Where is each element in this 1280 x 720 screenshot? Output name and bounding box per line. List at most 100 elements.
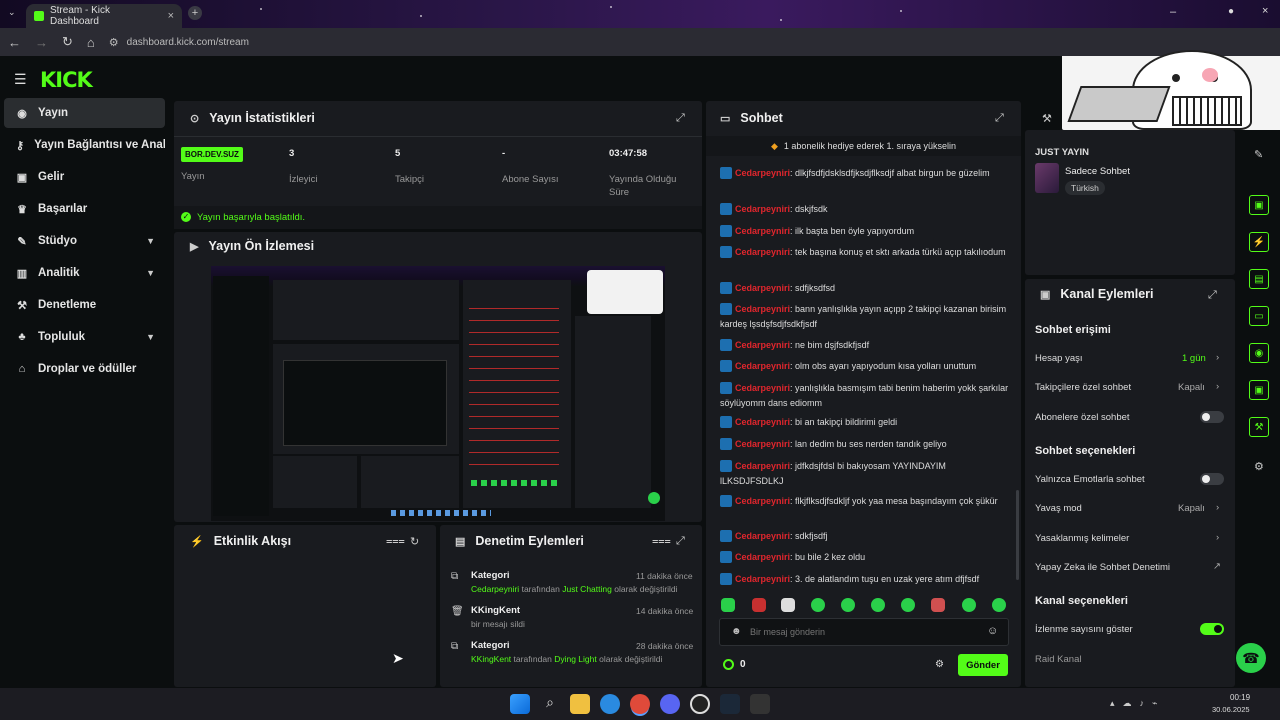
add-widget-icon[interactable]: ⚙ [1254, 460, 1264, 473]
chat-message[interactable]: Cedarpeyniri: olm obs ayarı yapıyodum kı… [720, 359, 1010, 374]
chat-message[interactable]: Cedarpeyniri: bann yanlışlıkla yayın açı… [720, 302, 1010, 332]
followers-only-value[interactable]: Kapalı [1178, 382, 1205, 393]
site-info-icon[interactable]: ⚙ [109, 36, 119, 49]
edge-icon[interactable] [600, 694, 620, 714]
address-bar[interactable]: ⚙ dashboard.kick.com/stream [109, 32, 249, 52]
banned-words-label[interactable]: Yasaklanmış kelimeler [1035, 533, 1129, 544]
rail-button-stats[interactable]: ▣ [1249, 195, 1269, 215]
obs-icon[interactable] [690, 694, 710, 714]
menu-icon[interactable]: ☰ [14, 71, 27, 88]
ai-mod-label[interactable]: Yapay Zeka ile Sohbet Denetimi [1035, 562, 1170, 573]
chat-username[interactable]: Cedarpeyniri [735, 247, 790, 257]
expand-icon[interactable]: ⤢ [676, 112, 685, 125]
chat-input-box[interactable]: ☻ ☺ [719, 618, 1009, 646]
sidebar-item-topluluk[interactable]: ♣ Topluluk ▼ [4, 322, 165, 352]
tab-list-icon[interactable]: ⌄ [8, 7, 16, 18]
smiley-icon[interactable]: ☺ [987, 625, 998, 637]
chat-message[interactable]: Cedarpeyniri: dlkjfsdfjdsklsdfjksdjflksd… [720, 166, 1010, 181]
popout-icon[interactable]: ⤢ [995, 112, 1004, 125]
chrome-icon[interactable] [630, 694, 650, 714]
chat-message[interactable]: Cedarpeyniri: lan dedim bu ses nerden ta… [720, 437, 1010, 452]
emote-icon[interactable] [811, 598, 825, 612]
chat-message[interactable]: Cedarpeyniri: ne bim dşjfsdkfjsdf [720, 338, 1010, 353]
chat-message[interactable]: Cedarpeyniri: tek başına konuş et sktı a… [720, 245, 1010, 260]
sidebar-item-denetleme[interactable]: ⚒ Denetleme [4, 290, 165, 320]
edit-icon[interactable]: ✎ [1254, 148, 1263, 161]
reload-icon[interactable]: ↻ [62, 34, 73, 50]
chat-username[interactable]: Cedarpeyniri [735, 574, 790, 584]
emote-picker-icon[interactable]: ☻ [731, 626, 742, 637]
chat-username[interactable]: Cedarpeyniri [735, 417, 790, 427]
browser-tab[interactable]: Stream - Kick Dashboard × [26, 4, 182, 28]
gift-sub-banner[interactable]: ◆ 1 abonelik hediye ederek 1. sıraya yüks… [706, 136, 1021, 156]
chat-username[interactable]: Cedarpeyniri [735, 552, 790, 562]
rail-button-tools[interactable]: ⚒ [1249, 417, 1269, 437]
start-icon[interactable] [510, 694, 530, 714]
emote-icon[interactable] [871, 598, 885, 612]
file-explorer-icon[interactable] [570, 694, 590, 714]
filter-icon[interactable]: ⩶ [386, 535, 405, 548]
sidebar-item-studyo[interactable]: ✎ Stüdyo ▼ [4, 226, 165, 256]
taskbar-time[interactable]: 00:19 [1230, 693, 1250, 702]
search-icon[interactable]: ⌕ [540, 694, 560, 714]
expand-icon[interactable]: ⤢ [676, 535, 685, 548]
account-age-value[interactable]: 1 gün [1182, 353, 1206, 364]
chat-username[interactable]: Cedarpeyniri [735, 361, 790, 371]
moderation-item[interactable]: ⧉ Kategori 11 dakika önce Cedarpeyniri t… [450, 568, 696, 600]
slow-mode-value[interactable]: Kapalı [1178, 503, 1205, 514]
chat-message[interactable]: Cedarpeyniri: bu bile 2 kez oldu [720, 550, 1010, 565]
chat-username[interactable]: Cedarpeyniri [735, 383, 790, 393]
restore-icon[interactable]: ● [1228, 6, 1234, 17]
followers-only-label[interactable]: Takipçilere özel sohbet [1035, 382, 1131, 393]
sidebar-item-analitik[interactable]: ▥ Analitik ▼ [4, 258, 165, 288]
subs-only-toggle[interactable] [1200, 411, 1224, 423]
emote-icon[interactable] [962, 598, 976, 612]
home-icon[interactable]: ⌂ [87, 35, 95, 50]
chevron-right-icon[interactable]: › [1216, 502, 1219, 513]
chat-message[interactable]: Cedarpeyniri: 3. de alatlandım tuşu en u… [720, 572, 1010, 587]
send-button[interactable]: Gönder [958, 654, 1008, 676]
moderation-item[interactable]: 🗑 KKingKent 14 dakika önce bir mesajı si… [450, 603, 696, 635]
chat-username[interactable]: Cedarpeyniri [735, 439, 790, 449]
emote-icon[interactable] [721, 598, 735, 612]
chat-message[interactable]: Cedarpeyniri: sdkfjsdfj [720, 529, 1010, 544]
chat-message[interactable]: Cedarpeyniri: jdfkdsjfdsl bi bakıyosam Y… [720, 459, 1010, 489]
sidebar-item-droplar[interactable]: ⌂ Droplar ve ödüller [4, 354, 165, 384]
emote-icon[interactable] [931, 598, 945, 612]
chat-username[interactable]: Cedarpeyniri [735, 304, 790, 314]
steam-icon[interactable] [720, 694, 740, 714]
chat-username[interactable]: Cedarpeyniri [735, 283, 790, 293]
expand-icon[interactable]: ⤢ [1208, 289, 1217, 302]
emote-only-toggle[interactable] [1200, 473, 1224, 485]
chevron-right-icon[interactable]: › [1216, 381, 1219, 392]
chat-username[interactable]: Cedarpeyniri [735, 496, 790, 506]
sidebar-item-stream-key[interactable]: ⚷ Yayın Bağlantısı ve Anahtar [4, 130, 165, 160]
stream-preview[interactable] [211, 266, 665, 521]
show-viewers-toggle[interactable] [1200, 623, 1224, 635]
account-age-label[interactable]: Hesap yaşı [1035, 353, 1083, 364]
support-button[interactable]: ☎ [1236, 643, 1266, 673]
chat-username[interactable]: Cedarpeyniri [735, 204, 790, 214]
close-window-icon[interactable]: × [1262, 5, 1268, 17]
rail-button-moderation[interactable]: ▤ [1249, 269, 1269, 289]
emote-icon[interactable] [752, 598, 766, 612]
external-link-icon[interactable]: ↗ [1213, 561, 1221, 572]
chat-message[interactable]: Cedarpeyniri: dskjfsdk [720, 202, 1010, 217]
rail-button-activity[interactable]: ⚡ [1249, 232, 1269, 252]
minimize-icon[interactable]: – [1170, 6, 1176, 18]
chat-username[interactable]: Cedarpeyniri [735, 168, 790, 178]
chat-username[interactable]: Cedarpeyniri [735, 340, 790, 350]
emote-icon[interactable] [781, 598, 795, 612]
sidebar-item-basarilar[interactable]: ♛ Başarılar [4, 194, 165, 224]
chat-message[interactable]: Cedarpeyniri: bi an takipçi bildirimi ge… [720, 415, 1010, 430]
chat-message[interactable]: Cedarpeyniri: ilk başta ben öyle yapıyor… [720, 224, 1010, 239]
chat-input[interactable] [750, 623, 980, 641]
emote-icon[interactable] [841, 598, 855, 612]
discord-icon[interactable] [660, 694, 680, 714]
forward-icon[interactable]: → [35, 35, 48, 50]
kick-logo[interactable]: KICK [40, 68, 93, 92]
taskbar-date[interactable]: 30.06.2025 [1212, 705, 1250, 714]
sidebar-item-yayin[interactable]: ◉ Yayın [4, 98, 165, 128]
chat-scrollbar[interactable] [1016, 490, 1019, 580]
filter-icon[interactable]: ⩶ [652, 535, 671, 548]
